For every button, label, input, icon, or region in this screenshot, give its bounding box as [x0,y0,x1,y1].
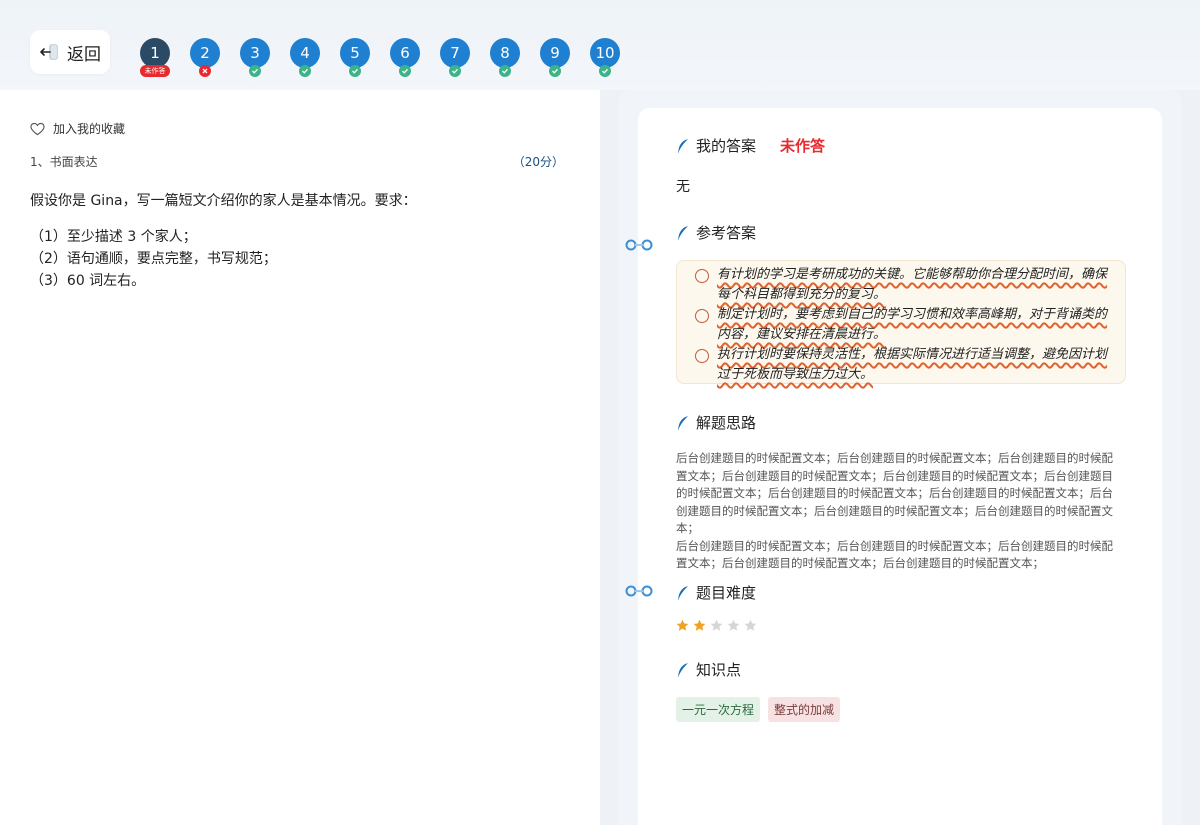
question-nav-item[interactable]: 5 [340,38,370,77]
question-nav-item[interactable]: 2 [190,38,220,77]
correct-check-icon [449,65,461,77]
question-nav-item[interactable]: 6 [390,38,420,77]
knowledge-tags: 一元一次方程 整式的加减 [676,697,841,722]
question-nav-item[interactable]: 8 [490,38,520,77]
question-number: 2 [200,44,210,62]
connector-link-icon [625,239,653,251]
requirement-item: （1）至少描述 3 个家人； [30,229,197,245]
question-number: 4 [300,44,310,62]
analysis-title: 解题思路 [696,414,757,432]
question-number: 1 [150,44,160,62]
feather-icon [678,585,689,600]
feather-icon [678,662,689,677]
back-button[interactable]: 返回 [30,30,110,74]
feather-icon [678,415,689,430]
question-panel: 加入我的收藏 1、书面表达 （20分） 假设你是 Gina，写一篇短文介绍你的家… [0,90,600,825]
my-answer-title: 我的答案 [696,137,757,155]
correct-check-icon [299,65,311,77]
question-number: 9 [550,44,560,62]
reference-item: 制定计划时，要考虑到自己的学习习惯和效率高峰期，对于背诵类的内容，建议安排在清晨… [695,305,1113,345]
top-bar: 返回 1 未作答 2 3 4 5 6 7 8 9 10 [0,0,1200,90]
question-number: 7 [450,44,460,62]
reference-item-text: 执行计划时要保持灵活性，根据实际情况进行适当调整，避免因计划过于死板而导致压力过… [717,347,1108,382]
back-label: 返回 [67,44,101,65]
my-answer-value: 无 [676,179,690,195]
difficulty-stars [676,619,757,632]
correct-check-icon [599,65,611,77]
requirement-item: （3）60 词左右。 [30,273,146,289]
reference-item-text: 制定计划时，要考虑到自己的学习习惯和效率高峰期，对于背诵类的内容，建议安排在清晨… [717,307,1108,342]
knowledge-tag[interactable]: 一元一次方程 [676,697,761,722]
question-number: 10 [595,44,615,62]
question-score: （20分） [512,155,564,169]
analysis-paragraph: 后台创建题目的时候配置文本；后台创建题目的时候配置文本；后台创建题目的时候配置文… [676,451,1113,535]
knowledge-tag[interactable]: 整式的加减 [768,697,841,722]
my-answer-status: 未作答 [780,137,826,155]
star-empty-icon [710,619,723,631]
difficulty-title: 题目难度 [696,584,757,602]
question-nav-item[interactable]: 3 [240,38,270,77]
analysis-paragraph: 后台创建题目的时候配置文本；后台创建题目的时候配置文本；后台创建题目的时候配置文… [676,538,1113,571]
question-body: 假设你是 Gina，写一篇短文介绍你的家人是基本情况。要求： [30,193,417,209]
question-title: 1、书面表达 [30,155,98,169]
question-number: 8 [500,44,510,62]
unanswered-badge: 未作答 [140,65,170,77]
reference-answer-box: 有计划的学习是考研成功的关键。它能够帮助你合理分配时间，确保每个科目都得到充分的… [676,260,1126,384]
back-arrow-icon [39,41,61,63]
favorite-label: 加入我的收藏 [53,122,126,136]
requirement-item: （2）语句通顺，要点完整，书写规范； [30,251,277,267]
question-nav-item[interactable]: 10 [590,38,620,77]
knowledge-heading: 知识点 [676,659,741,680]
knowledge-title: 知识点 [696,661,742,679]
circle-bullet-icon [695,269,709,283]
reference-item-text: 有计划的学习是考研成功的关键。它能够帮助你合理分配时间，确保每个科目都得到充分的… [717,267,1108,302]
correct-check-icon [349,65,361,77]
circle-bullet-icon [695,309,709,323]
reference-answer-heading: 参考答案 [676,222,756,243]
reference-answer-title: 参考答案 [696,224,757,242]
question-nav-item[interactable]: 1 未作答 [140,38,170,77]
add-favorite-button[interactable]: 加入我的收藏 [30,120,125,137]
connector-link-icon [625,585,653,597]
question-number: 3 [250,44,260,62]
question-requirements: （1）至少描述 3 个家人； （2）语句通顺，要点完整，书写规范； （3）60 … [30,226,277,292]
circle-bullet-icon [695,349,709,363]
star-empty-icon [744,619,757,631]
question-nav-item[interactable]: 9 [540,38,570,77]
correct-check-icon [499,65,511,77]
question-number: 6 [400,44,410,62]
my-answer-heading: 我的答案 未作答 [676,135,825,156]
correct-check-icon [249,65,261,77]
feather-icon [678,225,689,240]
reference-item: 有计划的学习是考研成功的关键。它能够帮助你合理分配时间，确保每个科目都得到充分的… [695,265,1113,305]
feather-icon [678,138,689,153]
heart-icon [30,122,45,135]
star-filled-icon [693,619,706,631]
correct-check-icon [549,65,561,77]
question-nav-item[interactable]: 7 [440,38,470,77]
wrong-x-icon [199,65,211,77]
question-number: 5 [350,44,360,62]
star-filled-icon [676,619,689,631]
difficulty-heading: 题目难度 [676,582,756,603]
star-empty-icon [727,619,740,631]
analysis-heading: 解题思路 [676,412,756,433]
question-nav-item[interactable]: 4 [290,38,320,77]
correct-check-icon [399,65,411,77]
analysis-text: 后台创建题目的时候配置文本；后台创建题目的时候配置文本；后台创建题目的时候配置文… [676,450,1124,573]
reference-item: 执行计划时要保持灵活性，根据实际情况进行适当调整，避免因计划过于死板而导致压力过… [695,345,1113,385]
